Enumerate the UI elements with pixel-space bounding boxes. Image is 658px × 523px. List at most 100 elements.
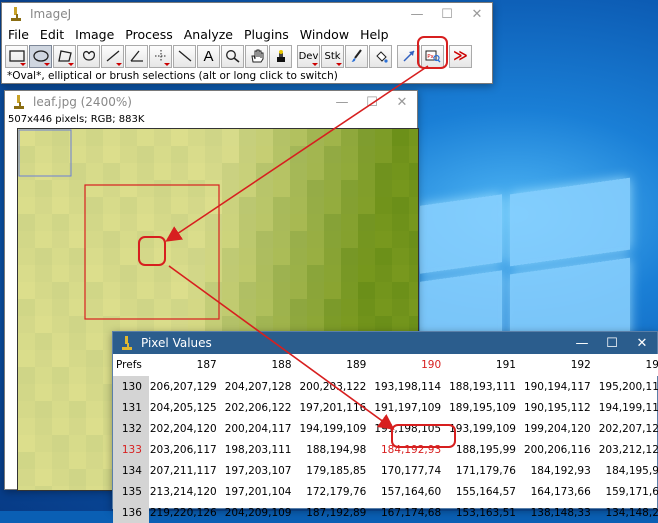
- table-cell: 202,206,122: [224, 401, 292, 414]
- menu-edit[interactable]: Edit: [40, 27, 64, 42]
- pixel-values-title: Pixel Values: [141, 336, 212, 350]
- table-cell: 153,163,51: [455, 506, 516, 519]
- table-cell: 164,173,66: [530, 485, 591, 498]
- table-cell: 190,194,117: [523, 380, 591, 393]
- table-row: 133 203,206,117 198,203,111 188,194,98 1…: [113, 439, 658, 460]
- table-cell: 197,201,116: [299, 401, 367, 414]
- close-button[interactable]: ✕: [462, 3, 492, 25]
- table-row: 131 204,205,125 202,206,122 197,201,116 …: [113, 397, 658, 418]
- arrow-tool[interactable]: [397, 44, 420, 68]
- table-cell: 207,211,117: [149, 464, 217, 477]
- table-cell: 157,164,60: [381, 485, 442, 498]
- highlighted-cell: 184,192,93: [381, 443, 442, 456]
- menu-window[interactable]: Window: [300, 27, 349, 42]
- tool-bar: A Dev Stk Px ≫: [2, 43, 492, 69]
- table-cell: 134,148,27: [605, 506, 658, 519]
- pixel-inspector-tool[interactable]: Px: [421, 44, 444, 68]
- close-button[interactable]: ✕: [387, 91, 417, 113]
- pixel-values-titlebar[interactable]: Pixel Values — ☐ ✕: [113, 332, 657, 354]
- dev-menu-tool[interactable]: Dev: [297, 44, 320, 68]
- maximize-button[interactable]: ☐: [357, 91, 387, 113]
- text-tool[interactable]: A: [197, 44, 220, 68]
- freehand-tool[interactable]: [77, 44, 100, 68]
- row-header: 136: [113, 502, 149, 523]
- status-bar: *Oval*, elliptical or brush selections (…: [7, 70, 338, 82]
- point-tool[interactable]: [149, 44, 172, 68]
- angle-tool[interactable]: [125, 44, 148, 68]
- image-info: 507x446 pixels; RGB; 883K: [8, 114, 145, 125]
- menu-help[interactable]: Help: [360, 27, 389, 42]
- row-header: 130: [113, 376, 149, 397]
- table-cell: 197,203,107: [224, 464, 292, 477]
- line-tool[interactable]: [101, 44, 124, 68]
- minimize-button[interactable]: —: [327, 91, 357, 113]
- row-header: 133: [113, 439, 149, 460]
- table-cell: 219,220,126: [149, 506, 217, 519]
- table-row: 135 213,214,120 197,201,104 172,179,76 1…: [113, 481, 658, 502]
- svg-text:Px: Px: [427, 54, 434, 60]
- row-header: 135: [113, 481, 149, 502]
- table-cell: 197,201,104: [224, 485, 292, 498]
- column-header: 193: [597, 354, 658, 376]
- table-cell: 203,212,121: [598, 443, 658, 456]
- prefs-button[interactable]: Prefs: [113, 354, 149, 376]
- microscope-icon: [119, 335, 135, 351]
- table-cell: 167,174,68: [381, 506, 442, 519]
- table-cell: 199,204,120: [523, 422, 591, 435]
- hand-tool[interactable]: [245, 44, 268, 68]
- column-header: 190: [373, 354, 449, 376]
- table-cell: 170,177,74: [381, 464, 442, 477]
- more-tools-button[interactable]: ≫: [449, 44, 472, 68]
- image-title: leaf.jpg (2400%): [33, 95, 132, 109]
- column-header: 192: [522, 354, 598, 376]
- table-cell: 191,197,109: [374, 401, 442, 414]
- imagej-titlebar[interactable]: ImageJ — ☐ ✕: [2, 3, 492, 25]
- menu-process[interactable]: Process: [125, 27, 172, 42]
- imagej-window: ImageJ — ☐ ✕ File Edit Image Process Ana…: [1, 2, 493, 84]
- table-cell: 202,207,123: [598, 422, 658, 435]
- table-cell: 172,179,76: [306, 485, 367, 498]
- oval-tool[interactable]: [29, 44, 52, 68]
- column-header: 187: [148, 354, 224, 376]
- microscope-icon: [8, 6, 24, 22]
- row-header: 132: [113, 418, 149, 439]
- dev-label: Dev: [298, 50, 319, 62]
- table-cell: 188,195,99: [455, 443, 516, 456]
- maximize-button[interactable]: ☐: [597, 332, 627, 354]
- menu-image[interactable]: Image: [75, 27, 114, 42]
- table-cell: 191,198,105: [374, 422, 442, 435]
- microscope-icon: [11, 94, 27, 110]
- maximize-button[interactable]: ☐: [432, 3, 462, 25]
- menu-analyze[interactable]: Analyze: [184, 27, 233, 42]
- menu-file[interactable]: File: [8, 27, 29, 42]
- table-cell: 193,199,109: [449, 422, 516, 435]
- stk-menu-tool[interactable]: Stk: [321, 44, 344, 68]
- table-cell: 138,148,33: [530, 506, 591, 519]
- flood-fill-tool[interactable]: [369, 44, 392, 68]
- column-header: 189: [298, 354, 374, 376]
- table-cell: 200,206,116: [523, 443, 591, 456]
- more-tools-label: ≫: [453, 48, 468, 64]
- minimize-button[interactable]: —: [567, 332, 597, 354]
- polygon-tool[interactable]: [53, 44, 76, 68]
- table-cell: 179,185,85: [306, 464, 367, 477]
- table-cell: 189,195,109: [449, 401, 516, 414]
- table-cell: 200,203,122: [299, 380, 367, 393]
- table-cell: 188,193,111: [449, 380, 516, 393]
- dropper-tool[interactable]: [269, 44, 292, 68]
- pixel-values-table: Prefs 187 188 189 190 191 192 193 130 20…: [113, 354, 658, 523]
- table-cell: 202,204,120: [149, 422, 217, 435]
- image-titlebar[interactable]: leaf.jpg (2400%) — ☐ ✕: [5, 91, 417, 113]
- table-cell: 198,203,111: [224, 443, 292, 456]
- table-header-row: Prefs 187 188 189 190 191 192 193: [113, 354, 658, 376]
- table-cell: 204,207,128: [224, 380, 292, 393]
- rectangle-tool[interactable]: [5, 44, 28, 68]
- close-button[interactable]: ✕: [627, 332, 657, 354]
- menu-plugins[interactable]: Plugins: [244, 27, 289, 42]
- minimize-button[interactable]: —: [402, 3, 432, 25]
- magnifier-tool[interactable]: [221, 44, 244, 68]
- brush-tool[interactable]: [345, 44, 368, 68]
- column-header: 188: [223, 354, 299, 376]
- wand-tool[interactable]: [173, 44, 196, 68]
- menu-bar: File Edit Image Process Analyze Plugins …: [2, 25, 492, 43]
